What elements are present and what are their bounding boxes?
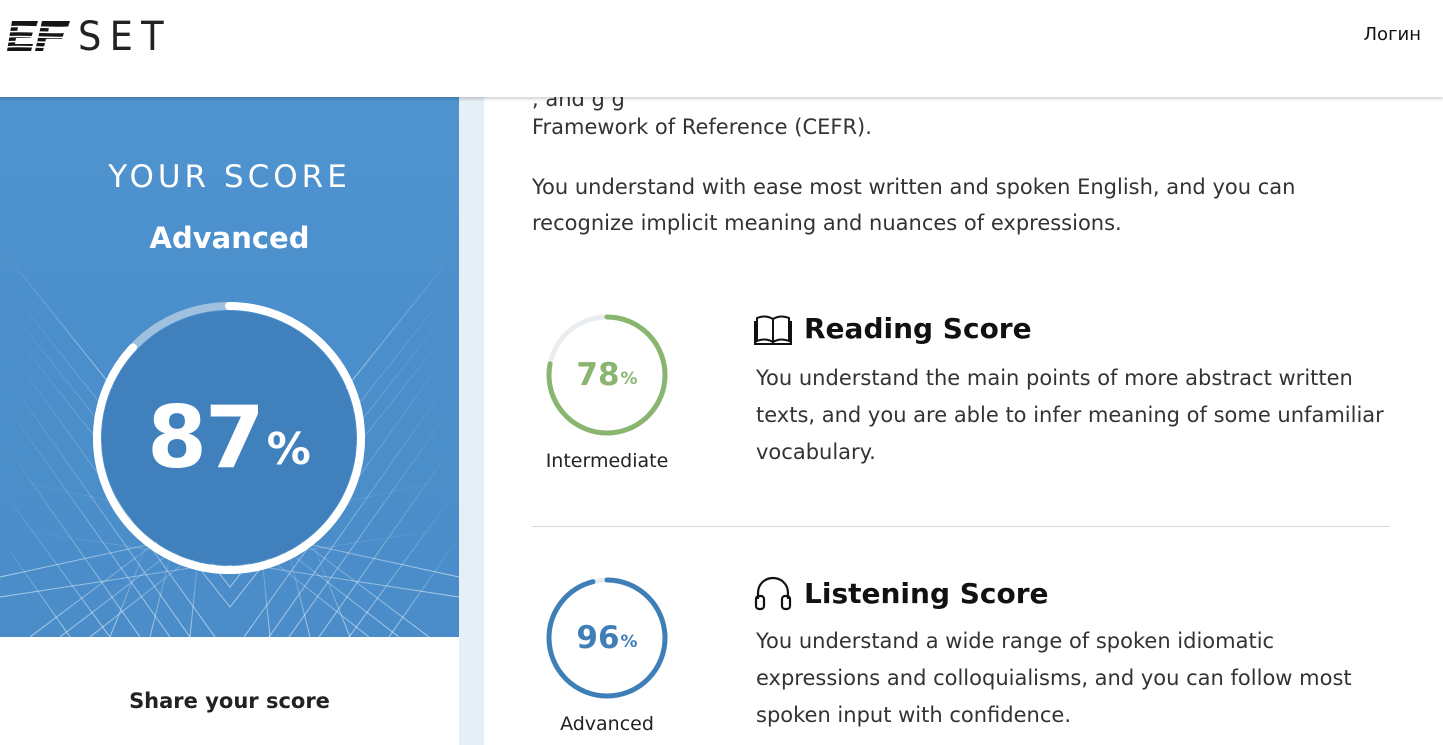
cefr-text: Framework of Reference (CEFR).: [532, 115, 872, 139]
listening-score-value: 96 %: [544, 575, 670, 701]
score-hero: YOUR SCORE Advanced 87 %: [0, 97, 459, 637]
overall-level: Advanced: [149, 221, 310, 255]
listening-description: You understand a wide range of spoken id…: [756, 629, 1352, 727]
reading-score-value: 78 %: [544, 312, 670, 438]
listening-title: Listening Score: [804, 576, 1049, 610]
logo-text: SET: [78, 14, 172, 60]
reading-heading: Reading Score: [754, 312, 1032, 345]
listening-level: Advanced: [560, 713, 654, 735]
book-icon: [754, 315, 792, 345]
reading-description: You understand the main points of more a…: [756, 366, 1384, 464]
results-content: , and g g Framework of Reference (CEFR).…: [484, 97, 1443, 745]
reading-score-unit: %: [620, 369, 638, 389]
overall-score-unit: %: [266, 423, 311, 475]
reading-title: Reading Score: [804, 312, 1032, 345]
headphones-icon: [754, 576, 792, 611]
top-header: SET Логин: [0, 0, 1443, 97]
overall-score-value: 87 %: [89, 300, 369, 576]
share-score-heading: Share your score: [129, 689, 330, 713]
login-link[interactable]: Логин: [1364, 24, 1421, 45]
reading-score-number: 78: [576, 357, 620, 393]
score-sidebar: YOUR SCORE Advanced 87 % Share your scor…: [0, 97, 459, 745]
section-divider: [532, 526, 1390, 527]
reading-level: Intermediate: [545, 450, 669, 472]
ef-set-logo[interactable]: SET: [6, 14, 180, 60]
level-summary: You understand with ease most written an…: [532, 175, 1296, 235]
listening-heading: Listening Score: [754, 575, 1049, 611]
overall-score-number: 87: [147, 388, 265, 488]
listening-score-unit: %: [620, 632, 638, 652]
listening-score-number: 96: [576, 620, 620, 656]
your-score-heading: YOUR SCORE: [108, 159, 351, 195]
ef-logo-icon: [6, 21, 72, 51]
